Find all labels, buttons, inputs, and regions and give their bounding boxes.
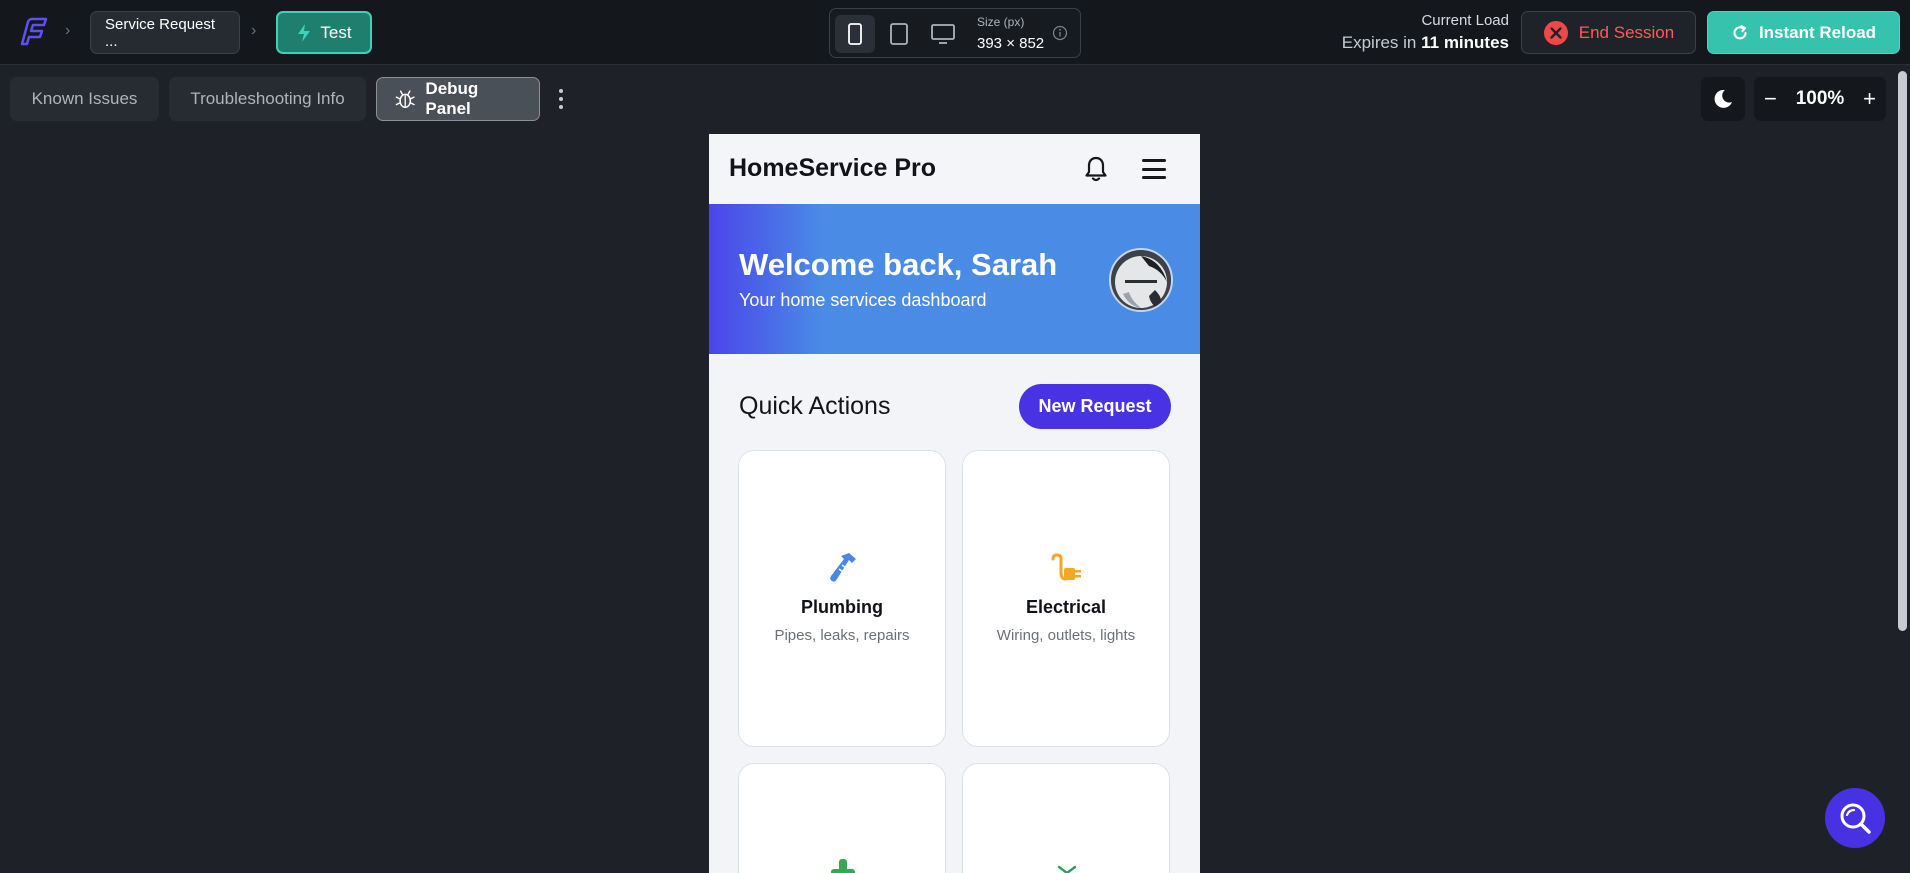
- lightning-icon: [298, 23, 311, 42]
- end-session-button[interactable]: End Session: [1521, 11, 1696, 54]
- quick-actions-title: Quick Actions: [739, 392, 891, 420]
- test-mode-label: Test: [320, 22, 352, 42]
- zoom-out-button[interactable]: −: [1764, 86, 1777, 112]
- mobile-preview: HomeService Pro Welcome back, Sarah Your…: [709, 134, 1200, 873]
- refresh-icon: [1733, 24, 1747, 39]
- service-description: Pipes, leaks, repairs: [774, 627, 910, 644]
- service-title: Plumbing: [801, 597, 883, 617]
- tab-known-issues-label: Known Issues: [31, 89, 138, 108]
- service-card-plumbing[interactable]: Plumbing Pipes, leaks, repairs: [738, 450, 946, 747]
- welcome-banner: Welcome back, Sarah Your home services d…: [709, 204, 1200, 354]
- new-request-button[interactable]: New Request: [1019, 384, 1171, 429]
- tab-troubleshooting-label: Troubleshooting Info: [190, 89, 345, 108]
- menu-icon[interactable]: [1142, 159, 1166, 179]
- breadcrumb-project-label: Service Request ...: [105, 15, 216, 50]
- desktop-device-button[interactable]: [923, 15, 963, 53]
- phone-icon: [848, 23, 862, 45]
- tablet-icon: [890, 23, 908, 45]
- plug-icon: [1045, 548, 1089, 588]
- expires-value: 11 minutes: [1421, 33, 1509, 52]
- app-header: HomeService Pro: [709, 134, 1200, 204]
- desktop-icon: [931, 24, 955, 44]
- tab-known-issues[interactable]: Known Issues: [10, 77, 159, 121]
- device-size-label: Size (px): [977, 15, 1025, 29]
- service-card-3[interactable]: [738, 763, 946, 873]
- help-search-button[interactable]: [1825, 788, 1885, 848]
- test-mode-button[interactable]: Test: [276, 11, 372, 54]
- instant-reload-label: Instant Reload: [1758, 22, 1877, 42]
- info-icon[interactable]: [1052, 25, 1068, 41]
- top-bar: › Service Request ... › Test Size (px) 3…: [0, 0, 1910, 65]
- app-title: HomeService Pro: [729, 154, 937, 182]
- service-card-4[interactable]: [962, 763, 1170, 873]
- flutterflow-logo-icon[interactable]: [16, 14, 50, 48]
- tab-debug-panel[interactable]: Debug Panel: [376, 77, 540, 121]
- theme-toggle-button[interactable]: [1701, 77, 1745, 121]
- avatar-image: [1111, 250, 1171, 310]
- session-expiry: Expires in 11 minutes: [1342, 33, 1509, 53]
- end-session-label: End Session: [1578, 22, 1675, 42]
- debug-toolbar: Known Issues Troubleshooting Info Debug …: [0, 65, 1910, 131]
- chevron-right-icon: ›: [251, 22, 257, 39]
- service-card-electrical[interactable]: Electrical Wiring, outlets, lights: [962, 450, 1170, 747]
- tab-troubleshooting-info[interactable]: Troubleshooting Info: [169, 77, 366, 121]
- bug-icon: [395, 90, 415, 109]
- service-description: Wiring, outlets, lights: [996, 627, 1136, 644]
- close-circle-icon: [1543, 20, 1568, 45]
- zoom-in-button[interactable]: +: [1863, 86, 1876, 112]
- welcome-title: Welcome back, Sarah: [739, 247, 1058, 282]
- scrollbar[interactable]: [1895, 65, 1908, 873]
- service-title: Electrical: [1025, 597, 1107, 617]
- mobile-device-button[interactable]: [835, 15, 875, 53]
- new-request-label: New Request: [1038, 396, 1152, 416]
- avatar[interactable]: [1109, 248, 1173, 312]
- green-tool-icon: [821, 854, 865, 873]
- instant-reload-button[interactable]: Instant Reload: [1707, 11, 1900, 54]
- moon-icon: [1714, 89, 1732, 108]
- tablet-device-button[interactable]: [879, 15, 919, 53]
- leaf-icon: [1045, 858, 1089, 873]
- pipe-wrench-icon: [821, 548, 865, 588]
- tab-debug-panel-label: Debug Panel: [425, 79, 479, 118]
- device-selector: Size (px) 393 × 852: [829, 8, 1081, 58]
- expires-prefix: Expires in: [1341, 33, 1417, 52]
- current-load-label: Current Load: [1421, 12, 1509, 29]
- breadcrumb-project-button[interactable]: Service Request ...: [90, 11, 240, 54]
- zoom-control: − 100% +: [1754, 77, 1886, 121]
- search-icon: [1840, 803, 1871, 834]
- chevron-right-icon: ›: [65, 22, 71, 39]
- scrollbar-thumb[interactable]: [1898, 71, 1907, 631]
- device-size-value: 393 × 852: [977, 35, 1045, 52]
- zoom-level: 100%: [1795, 88, 1845, 109]
- welcome-subtitle: Your home services dashboard: [739, 290, 987, 310]
- bell-icon[interactable]: [1083, 155, 1109, 183]
- more-options-icon[interactable]: [555, 89, 567, 109]
